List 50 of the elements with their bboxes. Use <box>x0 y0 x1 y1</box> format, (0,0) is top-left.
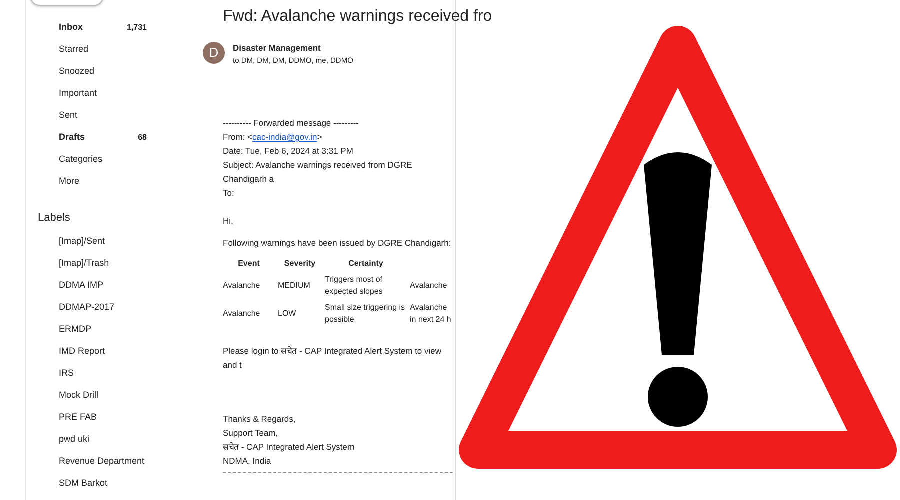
label-item[interactable]: IRS <box>59 368 74 378</box>
greeting: Hi, <box>223 215 234 228</box>
label-item[interactable]: Mock Drill <box>59 390 98 400</box>
table-cell-text: Avalanche <box>223 308 262 320</box>
nav-item[interactable]: More <box>59 176 80 186</box>
label-item[interactable]: SDM Barkot <box>59 478 108 488</box>
label-item[interactable]: [Imap]/Sent <box>59 236 106 246</box>
labels-heading: Labels <box>38 212 72 224</box>
nav-item[interactable]: Snoozed <box>59 66 95 76</box>
table-cell-text: Avalanche <box>410 280 448 292</box>
column-header: Certainty <box>348 258 384 270</box>
email-link[interactable]: cac-india@gov.in <box>252 132 318 142</box>
subject-line: Subject: Avalanche warnings received from DGRE Chandigarh a <box>223 159 414 186</box>
signature-line: Support Team, <box>223 427 280 440</box>
nav-item[interactable]: Starred <box>59 44 89 54</box>
forwarded-header: ---------- Forwarded message --------- <box>223 117 360 130</box>
column-header: Severity <box>283 258 317 270</box>
from-line: From: <cac-india@gov.in> <box>223 131 324 144</box>
nav-item[interactable]: Sent <box>59 110 78 120</box>
date-line: Date: Tue, Feb 6, 2024 at 3:31 PM <box>223 145 354 158</box>
table-cell-text: MEDIUM <box>278 280 312 292</box>
label-item[interactable]: Revenue Department <box>59 456 145 466</box>
intro-text: Following warnings have been issued by DGRE Chandigarh: <box>223 237 452 250</box>
nav-item[interactable]: Drafts <box>59 132 86 142</box>
signature-line: सचेत - CAP Integrated Alert System <box>223 441 356 454</box>
label-item[interactable]: DDMAP-2017 <box>59 302 115 312</box>
item-count: 68 <box>138 132 147 142</box>
label-item[interactable]: pwd uki <box>59 434 90 444</box>
label-item[interactable]: ERMDP <box>59 324 92 334</box>
sender-avatar: D <box>203 42 225 64</box>
to-line: To: <box>223 187 236 200</box>
signature-line: Thanks & Regards, <box>223 413 297 426</box>
item-count: 1,731 <box>126 22 147 32</box>
nav-item[interactable]: Inbox <box>59 22 83 32</box>
table-cell-text: Avalanche in next 24 h <box>410 302 452 326</box>
table-cell-text: Avalanche <box>223 280 262 292</box>
email-subject: Fwd: Avalanche warnings received fro <box>223 8 492 25</box>
label-item[interactable]: [Imap]/Trash <box>59 258 110 268</box>
column-header: Event <box>237 258 261 270</box>
table-cell-text: LOW <box>278 308 298 320</box>
nav-item[interactable]: Categories <box>59 154 103 164</box>
nav-item[interactable]: Important <box>59 88 98 98</box>
signature-line: NDMA, India <box>223 455 272 468</box>
label-item[interactable]: DDMA IMP <box>59 280 104 290</box>
sender-name: Disaster Management <box>233 42 322 55</box>
label-item[interactable]: PRE FAB <box>59 412 98 422</box>
table-cell-text: Small size triggering is possible <box>325 302 406 326</box>
table-cell-text: Triggers most of expected slopes <box>325 274 384 298</box>
login-note: Please login to सचेत - CAP Integrated Alert System to view and t <box>223 345 443 372</box>
label-item[interactable]: IMD Report <box>59 346 106 356</box>
